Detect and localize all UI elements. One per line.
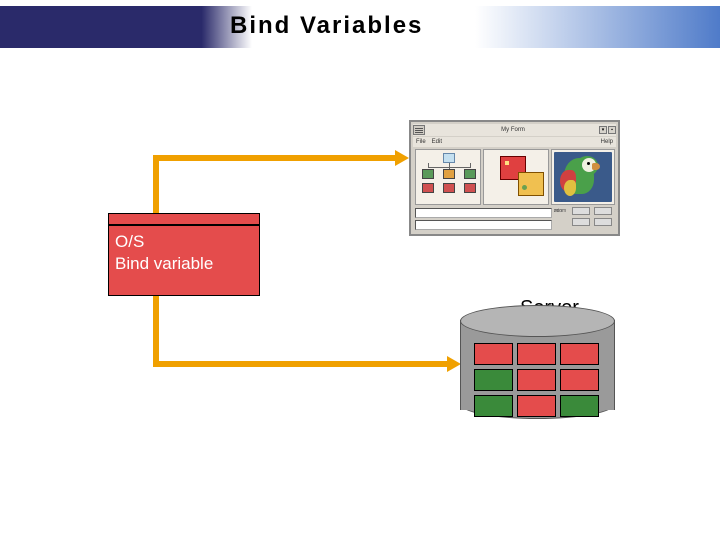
- range-button[interactable]: [572, 218, 590, 226]
- title-banner: Bind Variables: [0, 6, 720, 48]
- parrot-image: [554, 152, 612, 202]
- server-cell: [560, 369, 599, 391]
- window-titlebar: My Form ▾ ▪: [413, 124, 616, 136]
- server-cell: [474, 369, 513, 391]
- maximize-icon[interactable]: ▪: [608, 126, 616, 134]
- arrow-to-server-riser: [153, 296, 159, 364]
- arrow-icon: [447, 356, 461, 372]
- box-header-strip: [108, 213, 260, 225]
- cylinder-top: [460, 305, 615, 337]
- arrow-icon: [395, 150, 409, 166]
- server-grid: [474, 343, 601, 417]
- server-cell: [560, 395, 599, 417]
- arrow-to-server-stem: [153, 361, 450, 367]
- server-cylinder: [460, 305, 615, 415]
- zoom-button[interactable]: [594, 207, 612, 215]
- org-node: [422, 169, 434, 179]
- text-field[interactable]: [415, 220, 552, 230]
- server-cell: [517, 343, 556, 365]
- slide-title: Bind Variables: [230, 12, 423, 40]
- minimize-icon[interactable]: ▾: [599, 126, 607, 134]
- server-cell: [474, 343, 513, 365]
- org-node: [443, 183, 455, 193]
- window-title: My Form: [427, 127, 599, 133]
- org-node: [464, 169, 476, 179]
- range-button[interactable]: [594, 218, 612, 226]
- control-label: min: [554, 208, 562, 214]
- menu-file[interactable]: File: [416, 139, 426, 145]
- os-label: O/S: [115, 232, 144, 252]
- shapes-panel: [483, 149, 549, 205]
- server-cell: [517, 395, 556, 417]
- org-node: [443, 153, 455, 163]
- window-fields: zoom min: [415, 208, 616, 233]
- control-cluster: zoom min: [554, 208, 614, 230]
- org-node: [464, 183, 476, 193]
- server-cell: [474, 395, 513, 417]
- server-cell: [517, 369, 556, 391]
- menu-help[interactable]: Help: [601, 139, 613, 145]
- window-content: [415, 149, 616, 205]
- org-connector: [428, 163, 429, 168]
- form-window: My Form ▾ ▪ File Edit Help: [409, 120, 620, 236]
- bind-variable-label: Bind variable: [115, 254, 213, 274]
- yellow-square: [518, 172, 544, 196]
- zoom-button[interactable]: [572, 207, 590, 215]
- org-connector: [470, 163, 471, 168]
- org-node: [443, 169, 455, 179]
- bind-variable-box: O/S Bind variable: [108, 225, 260, 296]
- menu-icon[interactable]: [413, 125, 425, 135]
- menu-edit[interactable]: Edit: [432, 139, 442, 145]
- org-chart-panel: [415, 149, 481, 205]
- org-node: [422, 183, 434, 193]
- image-panel: [551, 149, 615, 205]
- server-cell: [560, 343, 599, 365]
- window-menubar: File Edit Help: [413, 137, 616, 147]
- arrow-to-window-stem: [153, 155, 397, 161]
- text-field[interactable]: [415, 208, 552, 218]
